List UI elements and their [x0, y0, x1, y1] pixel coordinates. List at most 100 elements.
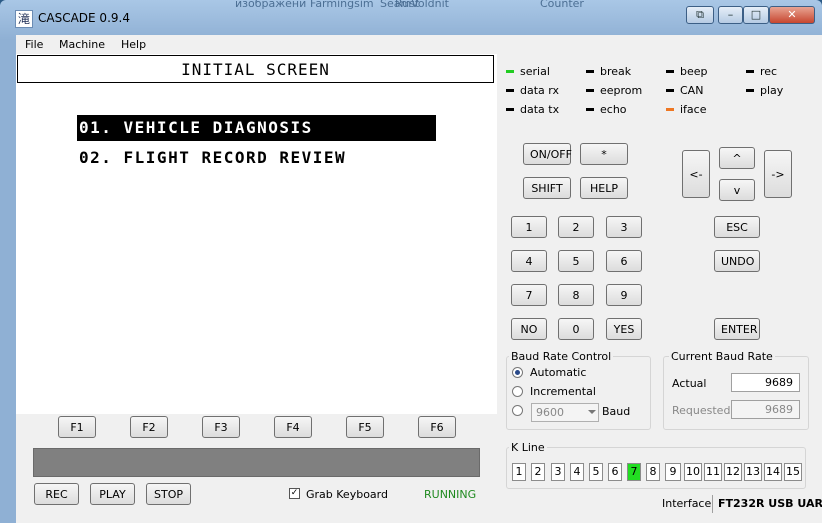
menu-file[interactable]: File — [25, 38, 43, 51]
incremental-label: Incremental — [530, 385, 596, 398]
key-6-button[interactable]: 6 — [606, 250, 642, 272]
lcd-line: 02. FLIGHT RECORD REVIEW — [79, 148, 347, 167]
up-arrow-button[interactable]: ^ — [719, 147, 755, 169]
app-icon: 滝 — [15, 10, 33, 28]
k-line-cell: 3 — [551, 463, 565, 481]
key-7-button[interactable]: 7 — [511, 284, 547, 306]
close-button[interactable]: ✕ — [769, 6, 815, 24]
yes-button[interactable]: YES — [606, 318, 642, 340]
actual-baud-field: 9689 — [731, 373, 800, 392]
lcd-display: INITIAL SCREEN 01. VEHICLE DIAGNOSIS 02.… — [16, 54, 497, 414]
background-text: изображени — [235, 0, 307, 10]
f4-button[interactable]: F4 — [274, 416, 312, 438]
k-line-cell: 13 — [744, 463, 762, 481]
k-line-cell: 4 — [570, 463, 584, 481]
led-icon — [586, 70, 594, 73]
led-icon — [506, 89, 514, 92]
baud-unit-label: Baud — [602, 405, 631, 418]
f6-button[interactable]: F6 — [418, 416, 456, 438]
play-button[interactable]: PLAY — [90, 483, 135, 505]
grab-keyboard-label: Grab Keyboard — [306, 488, 388, 501]
grab-keyboard-checkbox[interactable]: ✓ — [289, 488, 300, 499]
background-text: Counter — [540, 0, 584, 10]
title-bar[interactable]: 滝 CASCADE 0.9.4 изображени Farmingsim Se… — [0, 0, 822, 34]
actual-label: Actual — [672, 377, 707, 390]
baud-rate-control-title: Baud Rate Control — [509, 350, 614, 363]
left-arrow-button[interactable]: <- — [682, 150, 710, 198]
key-9-button[interactable]: 9 — [606, 284, 642, 306]
background-text: Rust — [395, 0, 420, 10]
lcd-line-selected: 01. VEHICLE DIAGNOSIS — [77, 115, 436, 141]
automatic-label: Automatic — [530, 366, 587, 379]
status-text: RUNNING — [424, 488, 477, 501]
shift-button[interactable]: SHIFT — [523, 177, 571, 199]
automatic-radio[interactable] — [512, 367, 523, 378]
f1-button[interactable]: F1 — [58, 416, 96, 438]
interface-label: Interface — [662, 497, 712, 510]
k-line-cell: 1 — [512, 463, 526, 481]
right-arrow-button[interactable]: -> — [764, 150, 792, 198]
key-0-button[interactable]: 0 — [558, 318, 594, 340]
menu-bar: File Machine Help — [16, 35, 822, 55]
led-icon — [586, 108, 594, 111]
background-text: Farmingsim — [310, 0, 374, 10]
current-baud-rate-title: Current Baud Rate — [669, 350, 775, 363]
star-button[interactable]: * — [580, 143, 628, 165]
k-line-cell-active: 7 — [627, 463, 641, 481]
down-arrow-button[interactable]: v — [719, 179, 755, 201]
incremental-radio[interactable] — [512, 386, 523, 397]
led-icon — [506, 108, 514, 111]
key-2-button[interactable]: 2 — [558, 216, 594, 238]
led-icon — [666, 70, 674, 73]
k-line-cell: 8 — [646, 463, 660, 481]
chevron-down-icon — [588, 410, 596, 414]
f3-button[interactable]: F3 — [202, 416, 240, 438]
baud-select-value: 9600 — [536, 406, 564, 419]
k-line-cell: 5 — [589, 463, 603, 481]
lcd-title: INITIAL SCREEN — [17, 55, 494, 83]
k-line-cell: 2 — [531, 463, 545, 481]
k-line-cell: 6 — [608, 463, 622, 481]
requested-baud-field: 9689 — [731, 400, 800, 419]
esc-button[interactable]: ESC — [714, 216, 760, 238]
enter-button[interactable]: ENTER — [714, 318, 760, 340]
led-icon — [586, 89, 594, 92]
rec-button[interactable]: REC — [34, 483, 79, 505]
k-line-title: K Line — [509, 441, 547, 454]
led-icon — [666, 108, 674, 111]
onoff-button[interactable]: ON/OFF — [523, 143, 572, 165]
k-line-cell: 10 — [684, 463, 702, 481]
requested-label: Requested — [672, 404, 731, 417]
help-button[interactable]: HELP — [580, 177, 628, 199]
baud-select[interactable]: 9600 — [531, 403, 599, 422]
menu-help[interactable]: Help — [121, 38, 146, 51]
led-icon — [666, 89, 674, 92]
key-1-button[interactable]: 1 — [511, 216, 547, 238]
k-line-cell: 15 — [784, 463, 802, 481]
app-window: 滝 CASCADE 0.9.4 изображени Farmingsim Se… — [0, 0, 822, 523]
stop-button[interactable]: STOP — [146, 483, 191, 505]
k-line-cell: 11 — [704, 463, 722, 481]
led-icon — [746, 89, 754, 92]
k-line-cell: 14 — [764, 463, 782, 481]
key-8-button[interactable]: 8 — [558, 284, 594, 306]
window-title: CASCADE 0.9.4 — [38, 11, 130, 25]
maximize-button[interactable]: □ — [743, 6, 769, 24]
k-line-cell: 9 — [665, 463, 681, 481]
key-4-button[interactable]: 4 — [511, 250, 547, 272]
menu-machine[interactable]: Machine — [59, 38, 105, 51]
key-5-button[interactable]: 5 — [558, 250, 594, 272]
f2-button[interactable]: F2 — [130, 416, 168, 438]
fixed-baud-radio[interactable] — [512, 405, 523, 416]
f5-button[interactable]: F5 — [346, 416, 384, 438]
interface-value: FT232R USB UART — [712, 495, 822, 513]
undo-button[interactable]: UNDO — [714, 250, 760, 272]
led-icon — [746, 70, 754, 73]
key-3-button[interactable]: 3 — [606, 216, 642, 238]
k-line-cell: 12 — [724, 463, 742, 481]
no-button[interactable]: NO — [511, 318, 547, 340]
minimize-button[interactable]: – — [718, 6, 743, 24]
restore-button[interactable]: ⧉ — [686, 6, 714, 24]
status-bar-area — [33, 448, 480, 477]
led-icon — [506, 70, 514, 73]
